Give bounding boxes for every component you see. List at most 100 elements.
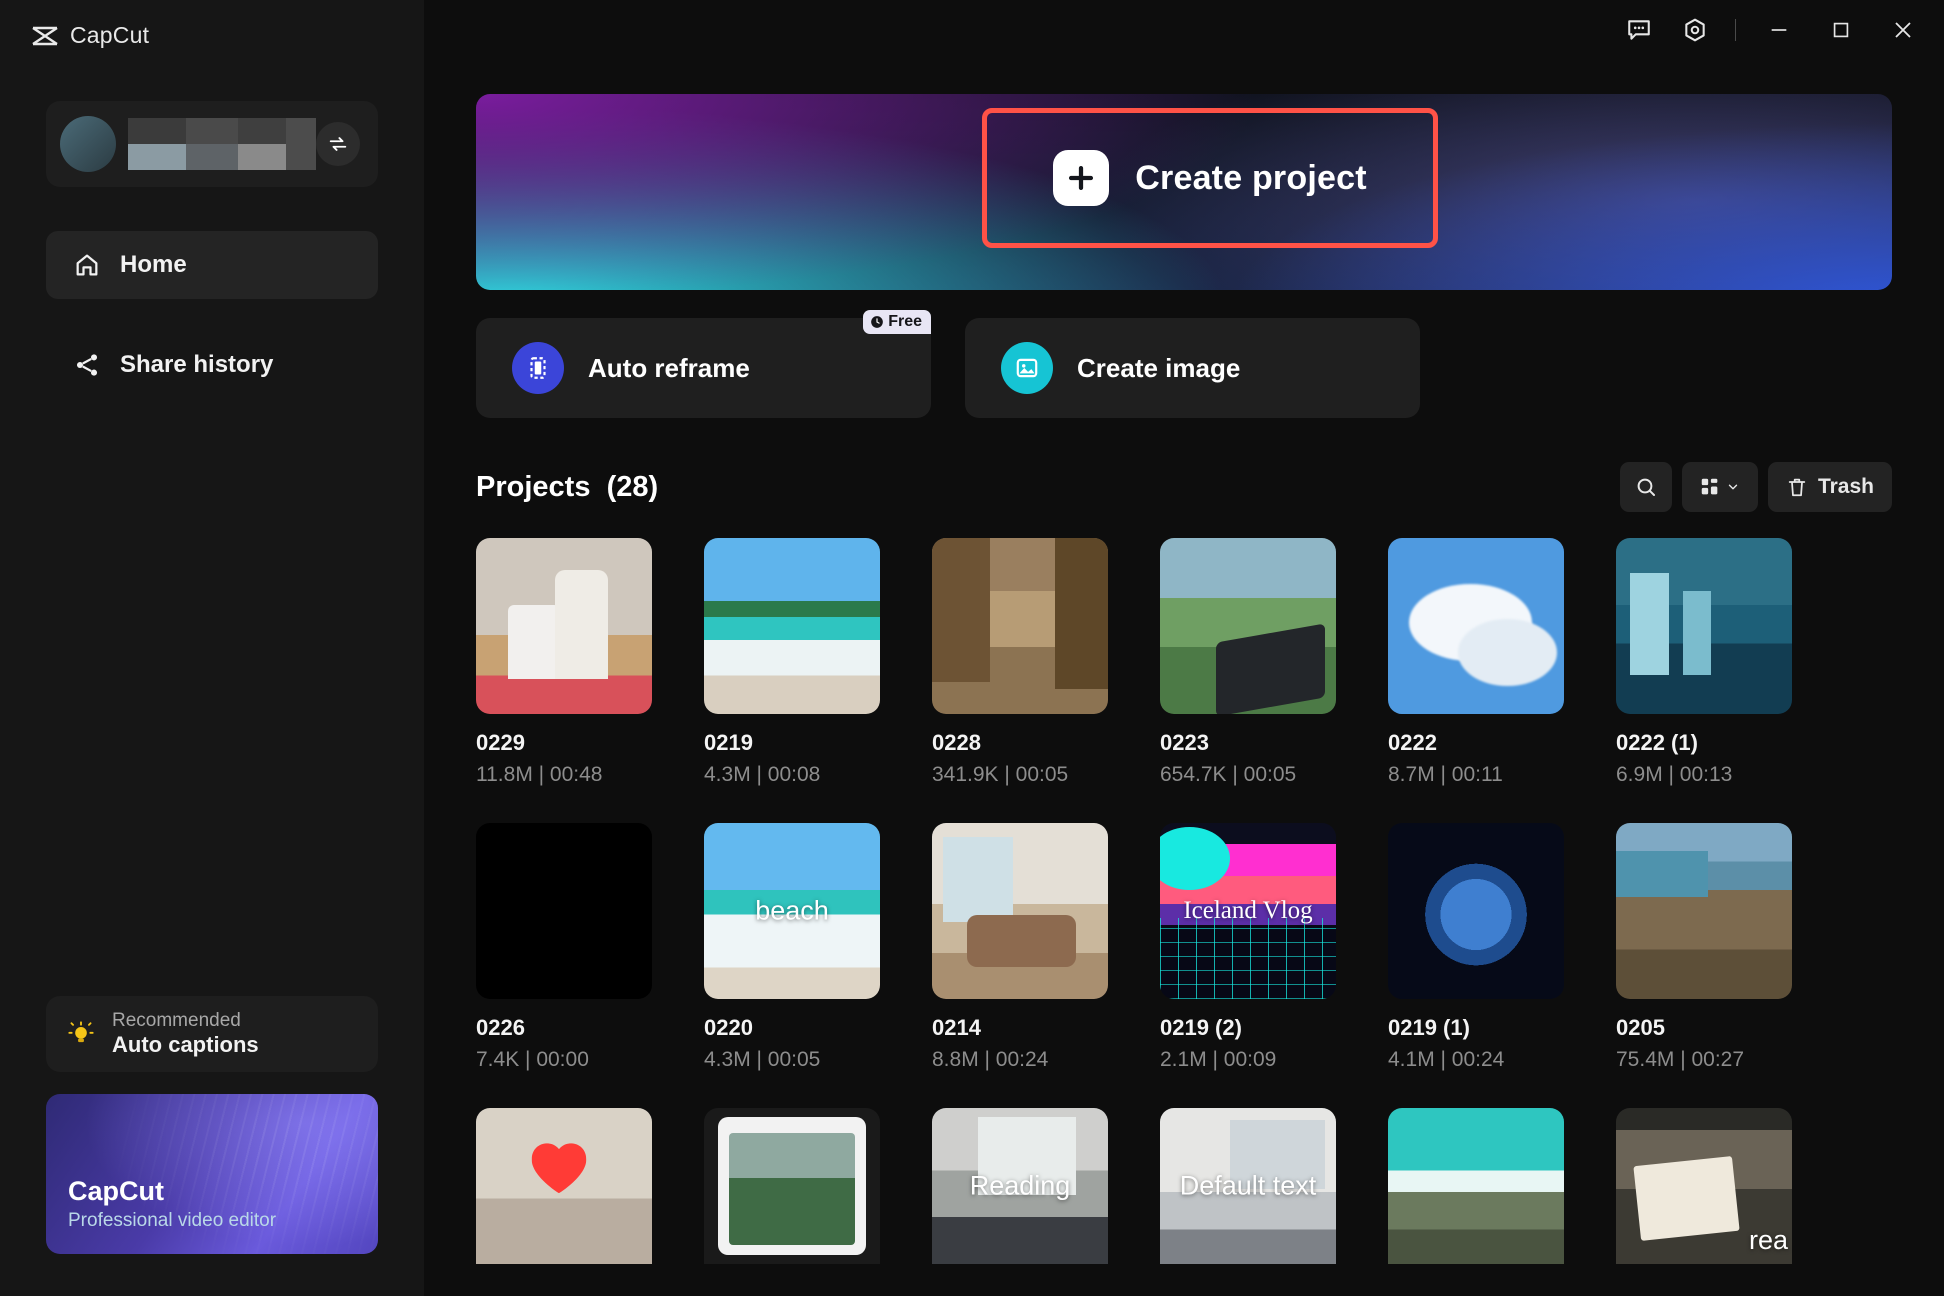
capcut-window: CapCut Home Share history Recommended Au…: [0, 0, 1944, 1296]
project-thumbnail[interactable]: [1388, 538, 1564, 714]
promo-subtitle: Professional video editor: [68, 1210, 277, 1231]
project-card[interactable]: 0222 (1) 6.9M | 00:13: [1616, 538, 1792, 787]
project-thumbnail[interactable]: Reading: [932, 1108, 1108, 1264]
project-card[interactable]: 0228 341.9K | 00:05: [932, 538, 1108, 787]
clock-icon: [871, 316, 884, 328]
project-thumbnail[interactable]: [704, 538, 880, 714]
project-card[interactable]: 0222 8.7M | 00:11: [1388, 538, 1564, 787]
project-thumbnail[interactable]: Default text: [1160, 1108, 1336, 1264]
project-card[interactable]: 0219 4.3M | 00:08: [704, 538, 880, 787]
trash-button[interactable]: Trash: [1767, 462, 1892, 512]
auto-reframe-button[interactable]: Auto reframe Free: [476, 310, 931, 418]
maximize-icon[interactable]: [1810, 8, 1872, 52]
settings-hex-icon[interactable]: [1667, 8, 1723, 52]
capcut-promo-card[interactable]: CapCut Professional video editor: [46, 1094, 378, 1254]
project-card[interactable]: 0226 7.4K | 00:00: [476, 823, 652, 1072]
sidebar-item-home-label: Home: [120, 251, 187, 278]
project-thumbnail[interactable]: [1616, 823, 1792, 999]
create-project-button[interactable]: Create project: [982, 108, 1438, 248]
project-name: 0222 (1): [1616, 730, 1698, 755]
project-name: 0219: [704, 730, 753, 755]
projects-row: Reading Default text rea: [476, 1108, 1892, 1264]
project-name: 0220: [704, 1015, 753, 1040]
account-switch-icon[interactable]: [316, 122, 360, 166]
project-thumbnail[interactable]: [932, 538, 1108, 714]
recommended-title: Auto captions: [112, 1031, 259, 1057]
feedback-chat-icon[interactable]: [1611, 8, 1667, 52]
close-icon[interactable]: [1872, 8, 1934, 52]
project-thumbnail[interactable]: [932, 823, 1108, 999]
project-thumbnail[interactable]: [476, 1108, 652, 1264]
create-image-label: Create image: [1077, 352, 1241, 383]
sidebar-item-share-history[interactable]: Share history: [46, 331, 378, 399]
project-card[interactable]: [1388, 1108, 1564, 1264]
project-name: 0229: [476, 730, 525, 755]
project-card[interactable]: 0205 75.4M | 00:27: [1616, 823, 1792, 1072]
project-thumbnail[interactable]: rea: [1616, 1108, 1792, 1264]
grid-view-dropdown[interactable]: [1681, 462, 1758, 512]
project-meta: 4.3M | 00:05: [704, 1048, 821, 1071]
titlebar-divider: [1735, 19, 1736, 41]
project-thumbnail[interactable]: [1160, 538, 1336, 714]
projects-header: Projects (28) Trash: [476, 462, 1892, 512]
projects-toolbar: Trash: [1619, 462, 1892, 512]
project-thumbnail[interactable]: [704, 1108, 880, 1264]
thumbnail-overlay-text: Iceland Vlog: [1183, 897, 1313, 924]
create-project-banner: Create project: [476, 94, 1892, 290]
thumbnail-overlay-text: Reading: [969, 1170, 1071, 1201]
project-card[interactable]: [476, 1108, 652, 1264]
lightbulb-icon: [66, 1019, 96, 1049]
trash-icon: [1788, 478, 1806, 497]
project-card[interactable]: Default text: [1160, 1108, 1336, 1264]
create-image-button[interactable]: Create image: [965, 318, 1420, 418]
project-card[interactable]: Reading: [932, 1108, 1108, 1264]
thumbnail-overlay-text: beach: [755, 895, 829, 926]
project-thumbnail[interactable]: [476, 538, 652, 714]
user-profile[interactable]: [46, 101, 378, 187]
project-thumbnail[interactable]: [1616, 538, 1792, 714]
sidebar-bottom: Recommended Auto captions CapCut Profess…: [46, 996, 378, 1254]
chevron-down-icon: [1729, 484, 1738, 490]
minimize-icon[interactable]: [1748, 8, 1810, 52]
project-card[interactable]: [704, 1108, 880, 1264]
sidebar-item-home[interactable]: Home: [46, 231, 378, 299]
project-thumbnail[interactable]: beach: [704, 823, 880, 999]
project-name: 0223: [1160, 730, 1209, 755]
projects-row: 0226 7.4K | 00:00 beach 0220 4.3M | 00:0…: [476, 823, 1892, 1072]
project-card[interactable]: 0219 (1) 4.1M | 00:24: [1388, 823, 1564, 1072]
free-badge: Free: [863, 310, 931, 334]
recommended-auto-captions-card[interactable]: Recommended Auto captions: [46, 996, 378, 1072]
project-card[interactable]: 0214 8.8M | 00:24: [932, 823, 1108, 1072]
search-icon[interactable]: [1619, 462, 1672, 512]
sidebar: CapCut Home Share history Recommended Au…: [0, 0, 424, 1296]
project-card[interactable]: Iceland Vlog 0219 (2) 2.1M | 00:09: [1160, 823, 1336, 1072]
project-card[interactable]: beach 0220 4.3M | 00:05: [704, 823, 880, 1072]
project-thumbnail[interactable]: [1388, 1108, 1564, 1264]
main-content: Create project Auto reframe Free Create …: [424, 60, 1944, 1264]
share-icon: [72, 350, 102, 380]
page-title: Projects (28): [476, 471, 658, 504]
project-meta: 6.9M | 00:13: [1616, 763, 1733, 786]
project-meta: 4.1M | 00:24: [1388, 1048, 1505, 1071]
main-area: Create project Auto reframe Free Create …: [424, 0, 1944, 1296]
project-name: 0219 (2): [1160, 1015, 1242, 1040]
titlebar: [424, 0, 1944, 60]
project-card[interactable]: rea: [1616, 1108, 1792, 1264]
project-thumbnail[interactable]: [476, 823, 652, 999]
project-meta: 8.8M | 00:24: [932, 1048, 1049, 1071]
create-project-label: Create project: [1135, 158, 1367, 197]
avatar: [60, 116, 116, 172]
promo-title: CapCut: [68, 1176, 164, 1206]
project-meta: 8.7M | 00:11: [1388, 763, 1503, 786]
project-meta: 2.1M | 00:09: [1160, 1048, 1277, 1071]
project-thumbnail[interactable]: Iceland Vlog: [1160, 823, 1336, 999]
projects-title-text: Projects: [476, 470, 591, 503]
free-badge-label: Free: [888, 313, 922, 330]
project-thumbnail[interactable]: [1388, 823, 1564, 999]
project-card[interactable]: 0223 654.7K | 00:05: [1160, 538, 1336, 787]
grid-view-icon: [1702, 478, 1718, 495]
username-masked: [128, 116, 316, 172]
plus-icon: [1053, 150, 1110, 206]
project-card[interactable]: 0229 11.8M | 00:48: [476, 538, 652, 787]
project-meta: 7.4K | 00:00: [476, 1048, 589, 1071]
